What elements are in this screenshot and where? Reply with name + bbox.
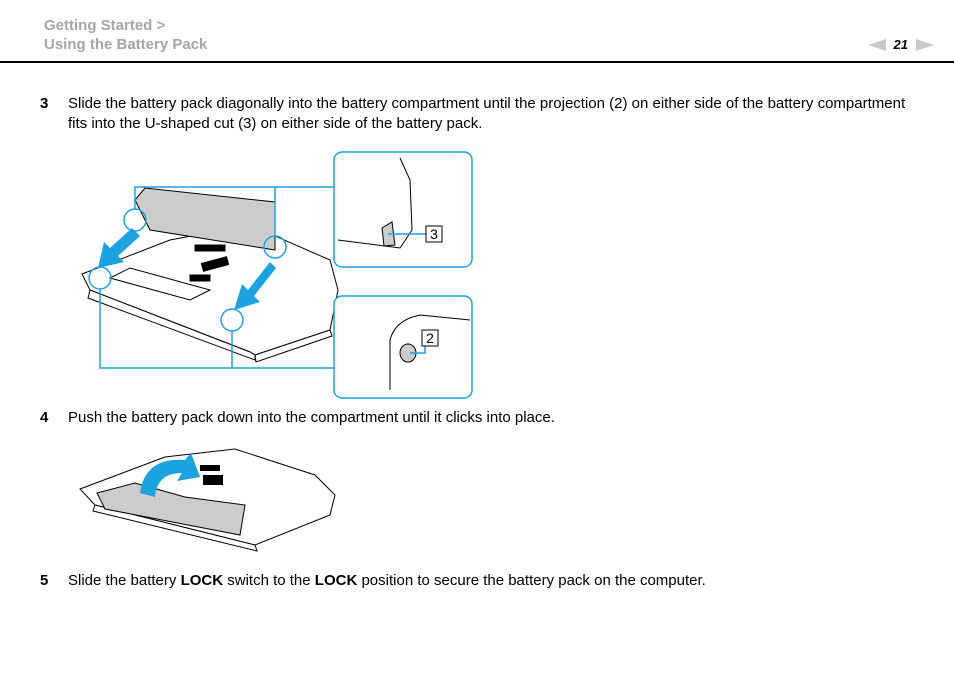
- step-5: 5 Slide the battery LOCK switch to the L…: [40, 571, 908, 591]
- lock-label: LOCK: [314, 572, 358, 589]
- battery-push-illustration: [79, 448, 336, 552]
- page-navigation: 21: [867, 37, 934, 52]
- inset-u-cut: [333, 151, 473, 268]
- step-text: Push the battery pack down into the comp…: [68, 409, 555, 426]
- next-page-icon[interactable]: [916, 38, 934, 51]
- step-text: Slide the battery LOCK switch to the LOC…: [68, 571, 908, 591]
- callout-label-2: 2: [426, 330, 434, 346]
- lock-label: LOCK: [180, 572, 224, 589]
- text-segment: position to secure the battery pack on t…: [357, 572, 706, 589]
- battery-insert-illustration: 3 2: [81, 151, 473, 399]
- breadcrumb-section[interactable]: Getting Started >: [44, 16, 207, 35]
- step-number: 5: [40, 572, 49, 589]
- text-segment: Slide the battery: [68, 572, 181, 589]
- breadcrumb: Getting Started > Using the Battery Pack: [44, 16, 207, 54]
- step-number: 4: [40, 409, 49, 426]
- callout-circle: [123, 208, 147, 232]
- step-number: 3: [40, 95, 49, 112]
- previous-page-icon[interactable]: [867, 38, 886, 51]
- step-3: 3 Slide the battery pack diagonally into…: [40, 94, 908, 134]
- step-4: 4 Push the battery pack down into the co…: [40, 408, 908, 428]
- text-segment: switch to the: [223, 572, 315, 589]
- callout-label-3: 3: [430, 226, 438, 242]
- header-divider: [0, 61, 954, 63]
- step-text: Slide the battery pack diagonally into t…: [68, 95, 906, 132]
- breadcrumb-page: Using the Battery Pack: [44, 36, 208, 53]
- page-number: 21: [893, 37, 908, 52]
